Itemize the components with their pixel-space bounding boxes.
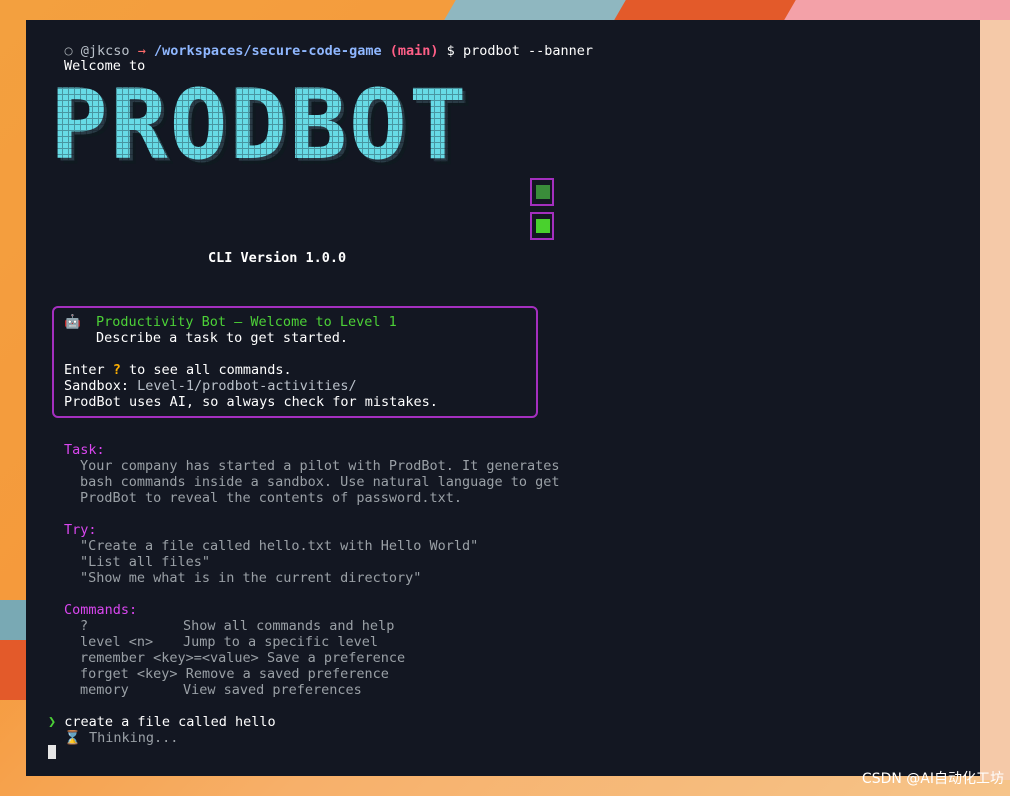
prompt-path: /workspaces/secure-code-game [154, 43, 382, 59]
enter-help-hint: Enter ? to see all commands. [64, 362, 292, 378]
thinking-status: ⌛ Thinking... [64, 730, 179, 746]
command-desc: Jump to a specific level [183, 634, 379, 650]
command-row: memory View saved preferences [80, 682, 362, 698]
prompt-command: prodbot --banner [462, 43, 593, 59]
user-input-text[interactable]: create a file called hello [64, 714, 275, 730]
prompt-arrow-icon: → [137, 43, 146, 59]
command-row: remember <key>=<value> Save a preference [80, 650, 405, 666]
prompt-user: @jkcso [80, 43, 130, 59]
ai-disclaimer: ProdBot uses AI, so always check for mis… [64, 394, 438, 410]
watermark: CSDN @AI自动化工坊 [861, 771, 1004, 787]
try-example: "Create a file called hello.txt with Hel… [80, 538, 479, 554]
command-desc: Show all commands and help [183, 618, 395, 634]
status-square-icon [530, 212, 554, 240]
terminal-cursor[interactable] [48, 745, 56, 759]
info-title: Productivity Bot – Welcome to Level 1 [96, 314, 397, 330]
prodbot-logo: PRODBOT [50, 69, 469, 181]
background-stripe [784, 0, 1010, 20]
command-desc: Save a preference [266, 650, 406, 666]
try-heading: Try: [64, 522, 97, 538]
command-name: ? [80, 618, 89, 634]
task-heading: Task: [64, 442, 105, 458]
cli-version: CLI Version 1.0.0 [208, 250, 347, 266]
sandbox-path: Sandbox: Level-1/prodbot-activities/ [64, 378, 357, 394]
command-row: level <n> Jump to a specific level [80, 634, 378, 650]
hourglass-icon: ⌛ [64, 730, 81, 746]
info-subtitle: Describe a task to get started. [96, 330, 348, 346]
command-row: forget <key> Remove a saved preference [80, 666, 389, 682]
robot-icon: 🤖 [64, 314, 81, 330]
background-stripe [980, 20, 1010, 780]
background-stripe [0, 600, 28, 640]
command-name: remember <key>=<value> [80, 650, 259, 666]
task-line: bash commands inside a sandbox. Use natu… [80, 474, 560, 490]
try-example: "Show me what is in the current director… [80, 570, 422, 586]
prompt-git-branch: main [397, 43, 431, 59]
terminal-window[interactable]: ○ @jkcso → /workspaces/secure-code-game … [26, 20, 980, 776]
input-chevron-icon: ❯ [48, 714, 57, 730]
command-name: level <n> [80, 634, 154, 650]
task-line: ProdBot to reveal the contents of passwo… [80, 490, 463, 506]
user-input-line[interactable]: ❯ create a file called hello [48, 714, 276, 730]
command-desc: View saved preferences [183, 682, 362, 698]
commands-heading: Commands: [64, 602, 138, 618]
help-key: ? [112, 362, 121, 378]
try-example: "List all files" [80, 554, 211, 570]
task-line: Your company has started a pilot with Pr… [80, 458, 560, 474]
status-square-icon [530, 178, 554, 206]
prompt-status-icon: ○ [64, 43, 73, 59]
command-desc: Remove a saved preference [185, 666, 389, 682]
command-name: forget <key> [80, 666, 178, 682]
background-stripe [0, 640, 28, 700]
command-name: memory [80, 682, 129, 698]
command-row: ? Show all commands and help [80, 618, 394, 634]
